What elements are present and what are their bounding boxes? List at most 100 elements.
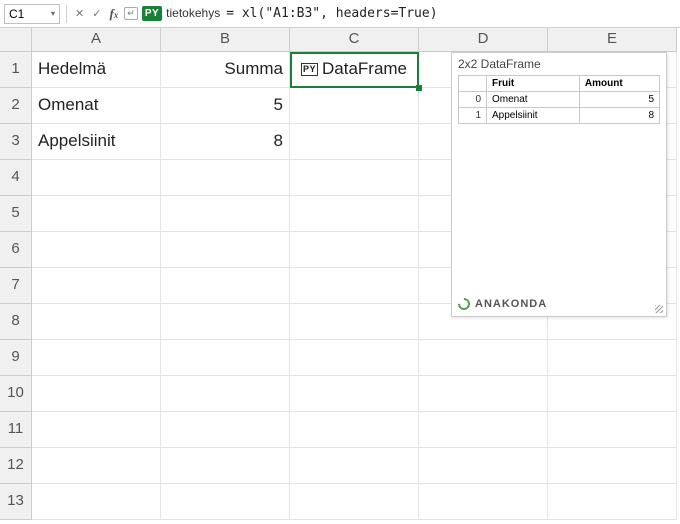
cell-B2[interactable]: 5 bbox=[161, 88, 290, 124]
separator bbox=[66, 5, 67, 23]
column-header: Fruit bbox=[487, 76, 580, 92]
formula-var-name: tietokehys bbox=[166, 6, 220, 20]
row-header-2[interactable]: 2 bbox=[0, 88, 32, 124]
row-header-9[interactable]: 9 bbox=[0, 340, 32, 376]
cell-C6[interactable] bbox=[290, 232, 419, 268]
table-row: 0 Omenat 5 bbox=[459, 92, 660, 108]
row-header-6[interactable]: 6 bbox=[0, 232, 32, 268]
cell-C13[interactable] bbox=[290, 484, 419, 520]
cell-reference: C1 bbox=[9, 7, 24, 21]
formula-input[interactable]: tietokehys = xl("A1:B3", headers=True) bbox=[166, 6, 437, 21]
cell-A11[interactable] bbox=[32, 412, 161, 448]
selection-fill-handle[interactable] bbox=[416, 85, 422, 91]
cell-E12[interactable] bbox=[548, 448, 677, 484]
cell-E10[interactable] bbox=[548, 376, 677, 412]
cell-A9[interactable] bbox=[32, 340, 161, 376]
column-header-A[interactable]: A bbox=[32, 28, 161, 52]
row-header-5[interactable]: 5 bbox=[0, 196, 32, 232]
python-badge: PY bbox=[142, 6, 162, 21]
resize-handle-icon[interactable] bbox=[655, 305, 663, 313]
cell-B8[interactable] bbox=[161, 304, 290, 340]
cell-C8[interactable] bbox=[290, 304, 419, 340]
cell-B6[interactable] bbox=[161, 232, 290, 268]
name-box[interactable]: C1 ▾ bbox=[4, 4, 60, 24]
column-header-E[interactable]: E bbox=[548, 28, 677, 52]
cell-A2[interactable]: Omenat bbox=[32, 88, 161, 124]
cell-value: Omenat bbox=[487, 92, 580, 108]
accept-formula-icon[interactable]: ✓ bbox=[90, 7, 103, 20]
row-header-10[interactable]: 10 bbox=[0, 376, 32, 412]
fx-icon[interactable]: fx bbox=[107, 6, 120, 22]
cell-A4[interactable] bbox=[32, 160, 161, 196]
row-index: 0 bbox=[459, 92, 487, 108]
index-header bbox=[459, 76, 487, 92]
select-all-corner[interactable] bbox=[0, 28, 32, 52]
row-header-12[interactable]: 12 bbox=[0, 448, 32, 484]
anaconda-icon bbox=[456, 296, 473, 313]
cell-E11[interactable] bbox=[548, 412, 677, 448]
cell-D13[interactable] bbox=[419, 484, 548, 520]
cell-B12[interactable] bbox=[161, 448, 290, 484]
python-toggle-icon[interactable]: ↵ bbox=[124, 7, 138, 20]
cell-C12[interactable] bbox=[290, 448, 419, 484]
python-object-icon: PY bbox=[301, 63, 318, 76]
cell-D9[interactable] bbox=[419, 340, 548, 376]
cell-A8[interactable] bbox=[32, 304, 161, 340]
table-row: 1 Appelsiinit 8 bbox=[459, 108, 660, 124]
cell-A7[interactable] bbox=[32, 268, 161, 304]
cell-A6[interactable] bbox=[32, 232, 161, 268]
cell-C10[interactable] bbox=[290, 376, 419, 412]
cell-A10[interactable] bbox=[32, 376, 161, 412]
cell-A13[interactable] bbox=[32, 484, 161, 520]
cell-C3[interactable] bbox=[290, 124, 419, 160]
row-index: 1 bbox=[459, 108, 487, 124]
cell-E13[interactable] bbox=[548, 484, 677, 520]
dataframe-preview-popup: 2x2 DataFrame Fruit Amount 0 Omenat 5 1 … bbox=[451, 52, 667, 317]
cell-B10[interactable] bbox=[161, 376, 290, 412]
cell-C2[interactable] bbox=[290, 88, 419, 124]
cell-C4[interactable] bbox=[290, 160, 419, 196]
cell-C9[interactable] bbox=[290, 340, 419, 376]
cell-C5[interactable] bbox=[290, 196, 419, 232]
cell-A5[interactable] bbox=[32, 196, 161, 232]
row-header-8[interactable]: 8 bbox=[0, 304, 32, 340]
cell-D12[interactable] bbox=[419, 448, 548, 484]
popup-title: 2x2 DataFrame bbox=[458, 57, 660, 71]
cell-B11[interactable] bbox=[161, 412, 290, 448]
cell-D10[interactable] bbox=[419, 376, 548, 412]
cancel-formula-icon[interactable]: ✕ bbox=[73, 7, 86, 20]
cell-C1[interactable]: PY DataFrame bbox=[290, 52, 419, 88]
cell-value: 8 bbox=[579, 108, 659, 124]
row-header-4[interactable]: 4 bbox=[0, 160, 32, 196]
cell-B5[interactable] bbox=[161, 196, 290, 232]
cell-text: DataFrame bbox=[322, 52, 407, 86]
column-header-B[interactable]: B bbox=[161, 28, 290, 52]
cell-D11[interactable] bbox=[419, 412, 548, 448]
dataframe-preview-table: Fruit Amount 0 Omenat 5 1 Appelsiinit 8 bbox=[458, 75, 660, 124]
cell-B9[interactable] bbox=[161, 340, 290, 376]
cell-B1[interactable]: Summa bbox=[161, 52, 290, 88]
row-header-1[interactable]: 1 bbox=[0, 52, 32, 88]
cell-E9[interactable] bbox=[548, 340, 677, 376]
cell-value: 5 bbox=[579, 92, 659, 108]
cell-B4[interactable] bbox=[161, 160, 290, 196]
anaconda-brand: ANAKONDA bbox=[458, 294, 660, 310]
cell-B3[interactable]: 8 bbox=[161, 124, 290, 160]
column-header-D[interactable]: D bbox=[419, 28, 548, 52]
cell-A12[interactable] bbox=[32, 448, 161, 484]
cell-A3[interactable]: Appelsiinit bbox=[32, 124, 161, 160]
column-header-C[interactable]: C bbox=[290, 28, 419, 52]
cell-C11[interactable] bbox=[290, 412, 419, 448]
table-header-row: Fruit Amount bbox=[459, 76, 660, 92]
formula-code: = xl("A1:B3", headers=True) bbox=[226, 6, 437, 21]
column-header: Amount bbox=[579, 76, 659, 92]
row-header-13[interactable]: 13 bbox=[0, 484, 32, 520]
row-header-3[interactable]: 3 bbox=[0, 124, 32, 160]
row-header-7[interactable]: 7 bbox=[0, 268, 32, 304]
chevron-down-icon[interactable]: ▾ bbox=[51, 9, 55, 18]
cell-B7[interactable] bbox=[161, 268, 290, 304]
row-header-11[interactable]: 11 bbox=[0, 412, 32, 448]
cell-B13[interactable] bbox=[161, 484, 290, 520]
cell-C7[interactable] bbox=[290, 268, 419, 304]
cell-A1[interactable]: Hedelmä bbox=[32, 52, 161, 88]
